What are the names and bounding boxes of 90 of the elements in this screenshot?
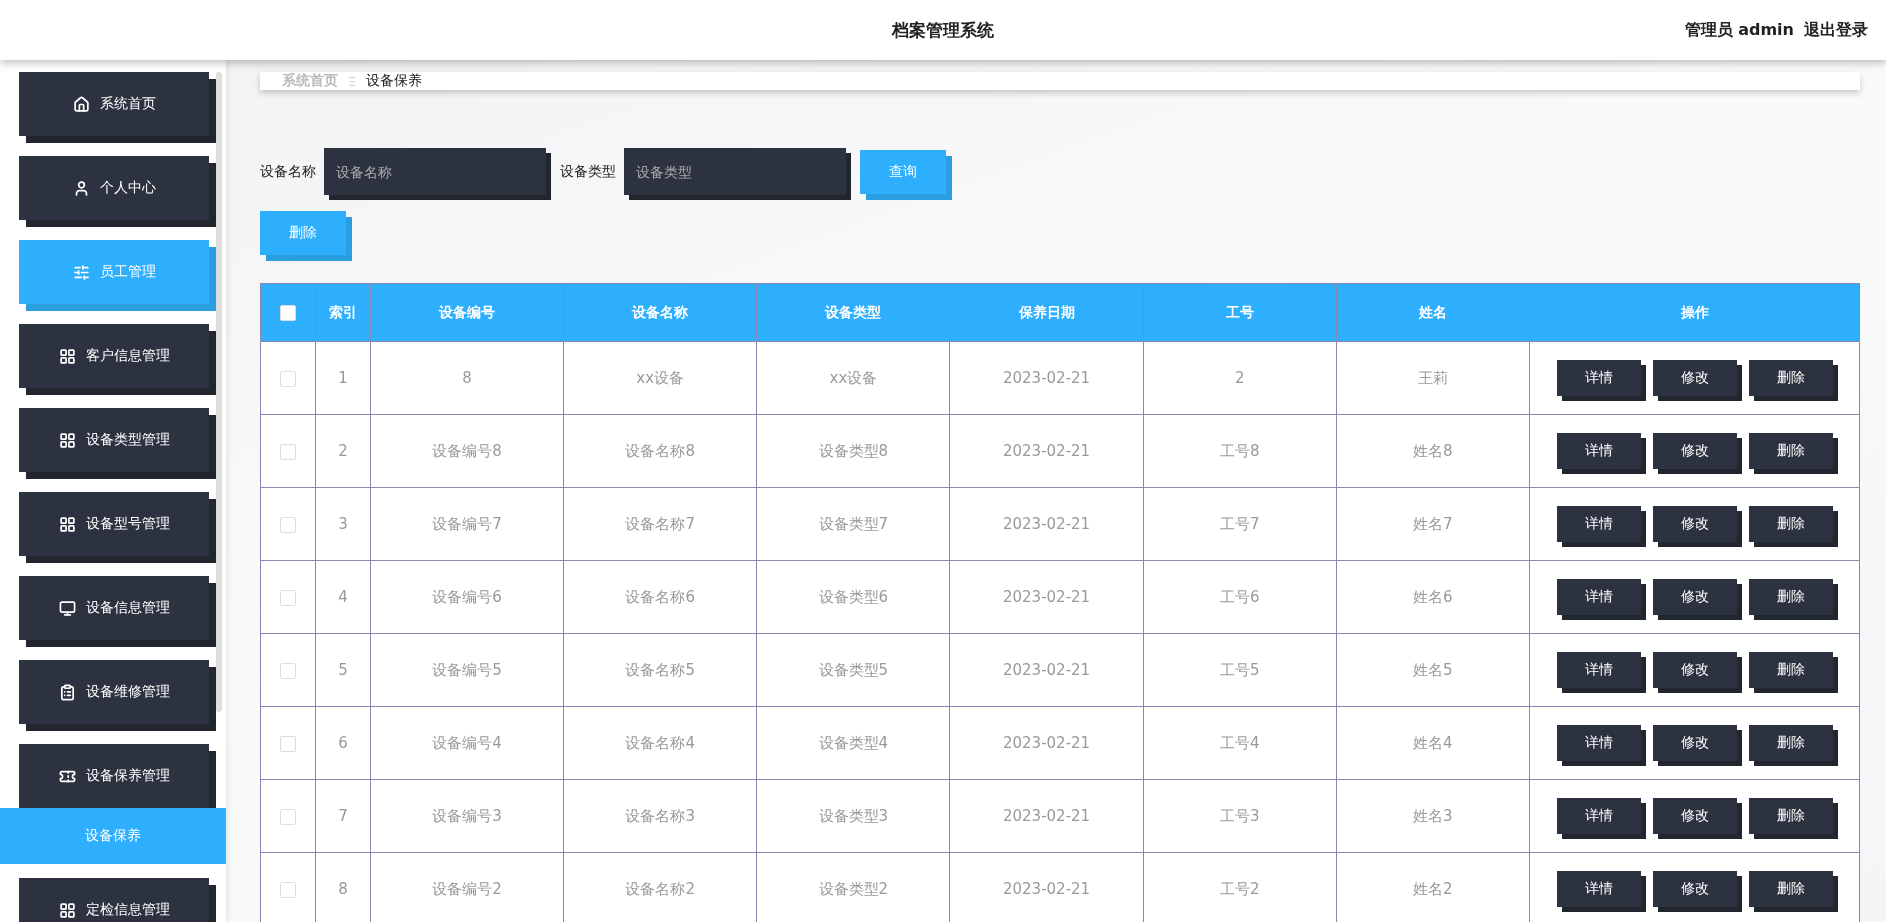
table-cell: 设备类型6	[756, 560, 950, 634]
table-cell: 设备名称5	[563, 633, 757, 707]
table-cell: 设备类型2	[756, 852, 950, 922]
row-checkbox[interactable]	[280, 443, 296, 460]
table-cell: 2023-02-21	[949, 633, 1144, 707]
row-checkbox[interactable]	[280, 735, 296, 752]
select-all-checkbox[interactable]	[280, 305, 296, 321]
table-cell: 姓名3	[1336, 779, 1530, 853]
table-cell: 设备编号4	[370, 706, 564, 780]
table-cell: 工号5	[1143, 633, 1337, 707]
table-cell: 设备类型3	[756, 779, 950, 853]
table-cell: 设备类型7	[756, 487, 950, 561]
row-checkbox[interactable]	[280, 589, 296, 606]
table-cell: 2023-02-21	[949, 341, 1144, 415]
table-cell: 姓名4	[1336, 706, 1530, 780]
search-field[interactable]: 设备名称	[324, 148, 546, 195]
table-cell: 姓名6	[1336, 560, 1530, 634]
column-header: 设备名称	[563, 283, 757, 342]
table-cell: 工号4	[1143, 706, 1337, 780]
table-cell: xx设备	[563, 341, 757, 415]
row-checkbox[interactable]	[280, 516, 296, 533]
search-field[interactable]: 设备类型	[624, 148, 846, 195]
table-cell: 设备编号6	[370, 560, 564, 634]
table-cell: 8	[370, 341, 564, 415]
column-header: 设备类型	[756, 283, 950, 342]
table-cell: 6	[315, 706, 371, 780]
table-cell: 设备名称8	[563, 414, 757, 488]
field-label: 设备类型	[560, 162, 616, 181]
table-cell: 工号2	[1143, 852, 1337, 922]
table-cell: 2023-02-21	[949, 706, 1144, 780]
table-cell: 姓名2	[1336, 852, 1530, 922]
column-header: 操作	[1529, 283, 1860, 342]
grid-icon	[58, 901, 76, 919]
table-cell: 设备类型5	[756, 633, 950, 707]
table-cell: 设备编号3	[370, 779, 564, 853]
grid-icon	[58, 431, 76, 449]
table-cell: 设备名称2	[563, 852, 757, 922]
table-cell: 8	[315, 852, 371, 922]
table-cell: 姓名8	[1336, 414, 1530, 488]
app-title: 档案管理系统	[892, 18, 994, 42]
column-header: 保养日期	[949, 283, 1144, 342]
table-cell: 2	[1143, 341, 1337, 415]
table-cell: 设备名称3	[563, 779, 757, 853]
user-label: 管理员 admin	[1684, 19, 1794, 41]
table-cell: 7	[315, 779, 371, 853]
table-cell: 工号6	[1143, 560, 1337, 634]
row-checkbox[interactable]	[280, 881, 296, 898]
table-cell: 工号7	[1143, 487, 1337, 561]
home-icon	[72, 95, 90, 113]
table-cell: 2023-02-21	[949, 852, 1144, 922]
clipboard-icon	[58, 683, 76, 701]
row-checkbox[interactable]	[280, 808, 296, 825]
table-cell: 设备名称4	[563, 706, 757, 780]
table-cell: 4	[315, 560, 371, 634]
table-cell: 2	[315, 414, 371, 488]
table-cell: 工号8	[1143, 414, 1337, 488]
table-cell: 3	[315, 487, 371, 561]
table-cell: 工号3	[1143, 779, 1337, 853]
table-cell: 1	[315, 341, 371, 415]
monitor-icon	[58, 599, 76, 617]
table-cell: xx设备	[756, 341, 950, 415]
row-checkbox[interactable]	[280, 370, 296, 387]
table-cell: 设备名称6	[563, 560, 757, 634]
grid-icon	[58, 515, 76, 533]
column-header: 设备编号	[370, 283, 564, 342]
logout-link[interactable]: 退出登录	[1804, 19, 1868, 41]
table-cell: 设备类型8	[756, 414, 950, 488]
table-cell: 设备编号5	[370, 633, 564, 707]
sliders-icon	[72, 263, 90, 281]
table-cell: 设备类型4	[756, 706, 950, 780]
table-cell: 2023-02-21	[949, 487, 1144, 561]
breadcrumb-link[interactable]: 设备保养	[366, 72, 423, 90]
column-header: 姓名	[1336, 283, 1530, 342]
table-cell: 姓名7	[1336, 487, 1530, 561]
scrollbar[interactable]	[216, 72, 222, 712]
table-cell: 设备编号7	[370, 487, 564, 561]
column-header: 索引	[315, 283, 371, 342]
table-cell: 姓名5	[1336, 633, 1530, 707]
table-cell: 设备编号2	[370, 852, 564, 922]
table-cell: 5	[315, 633, 371, 707]
column-header: 工号	[1143, 283, 1337, 342]
row-checkbox[interactable]	[280, 662, 296, 679]
table-cell: 设备名称7	[563, 487, 757, 561]
table-cell: 2023-02-21	[949, 414, 1144, 488]
grid-icon	[58, 347, 76, 365]
table-cell: 设备编号8	[370, 414, 564, 488]
table-cell: 2023-02-21	[949, 560, 1144, 634]
field-label: 设备名称	[260, 162, 316, 181]
table-cell: 王莉	[1336, 341, 1530, 415]
table-cell: 2023-02-21	[949, 779, 1144, 853]
